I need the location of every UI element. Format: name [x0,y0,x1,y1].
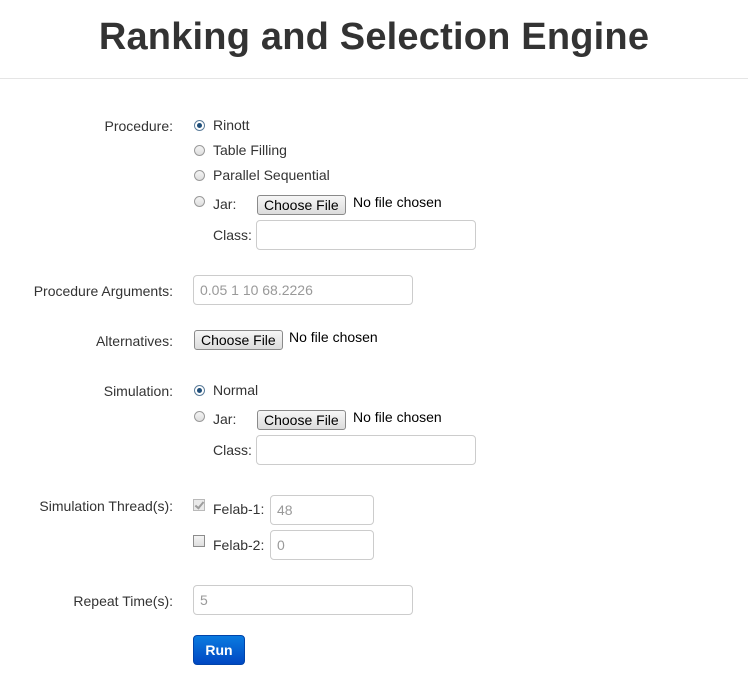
felab-2-threads-input[interactable]: 0 [270,530,374,560]
procedure-radio-parallel-sequential[interactable] [194,170,205,181]
simulation-label: Simulation: [103,383,173,399]
procedure-jar-choose-file-button[interactable]: Choose File [257,195,346,215]
simulation-option-jar: Jar: [213,411,237,427]
procedure-option-rinott: Rinott [213,117,250,133]
simulation-jar-choose-file-button[interactable]: Choose File [257,410,346,430]
procedure-class-label: Class: [213,227,252,243]
felab-1-label: Felab-1: [213,501,265,517]
procedure-radio-rinott[interactable] [194,120,205,131]
procedure-arguments-input[interactable]: 0.05 1 10 68.2226 [193,275,413,305]
page-title: Ranking and Selection Engine [98,16,650,58]
header-bar: Ranking and Selection Engine [0,0,748,79]
procedure-option-table-filling: Table Filling [213,142,287,158]
simulation-radio-normal[interactable] [194,385,205,396]
run-button[interactable]: Run [193,635,245,665]
procedure-radio-table-filling[interactable] [194,145,205,156]
procedure-jar-file-status: No file chosen [353,194,442,210]
felab-2-label: Felab-2: [213,537,265,553]
procedure-radio-jar[interactable] [194,196,205,207]
simulation-class-label: Class: [213,442,252,458]
simulation-radio-jar[interactable] [194,411,205,422]
alternatives-label: Alternatives: [95,333,173,349]
procedure-label: Procedure: [104,118,173,134]
repeat-times-label: Repeat Time(s): [73,593,173,609]
simulation-threads-label: Simulation Thread(s): [39,498,173,514]
simulation-option-normal: Normal [213,382,259,398]
simulation-jar-file-status: No file chosen [353,409,442,425]
felab-2-checkbox[interactable] [193,535,205,547]
alternatives-file-status: No file chosen [289,329,378,345]
simulation-class-input[interactable] [256,435,476,465]
alternatives-choose-file-button[interactable]: Choose File [194,330,283,350]
procedure-class-input[interactable] [256,220,476,250]
felab-1-threads-input[interactable]: 48 [270,495,374,525]
procedure-option-parallel-sequential: Parallel Sequential [213,167,330,183]
procedure-option-jar: Jar: [213,196,237,212]
procedure-arguments-label: Procedure Arguments: [33,283,173,299]
felab-1-checkbox[interactable] [193,499,205,511]
repeat-times-input[interactable]: 5 [193,585,413,615]
